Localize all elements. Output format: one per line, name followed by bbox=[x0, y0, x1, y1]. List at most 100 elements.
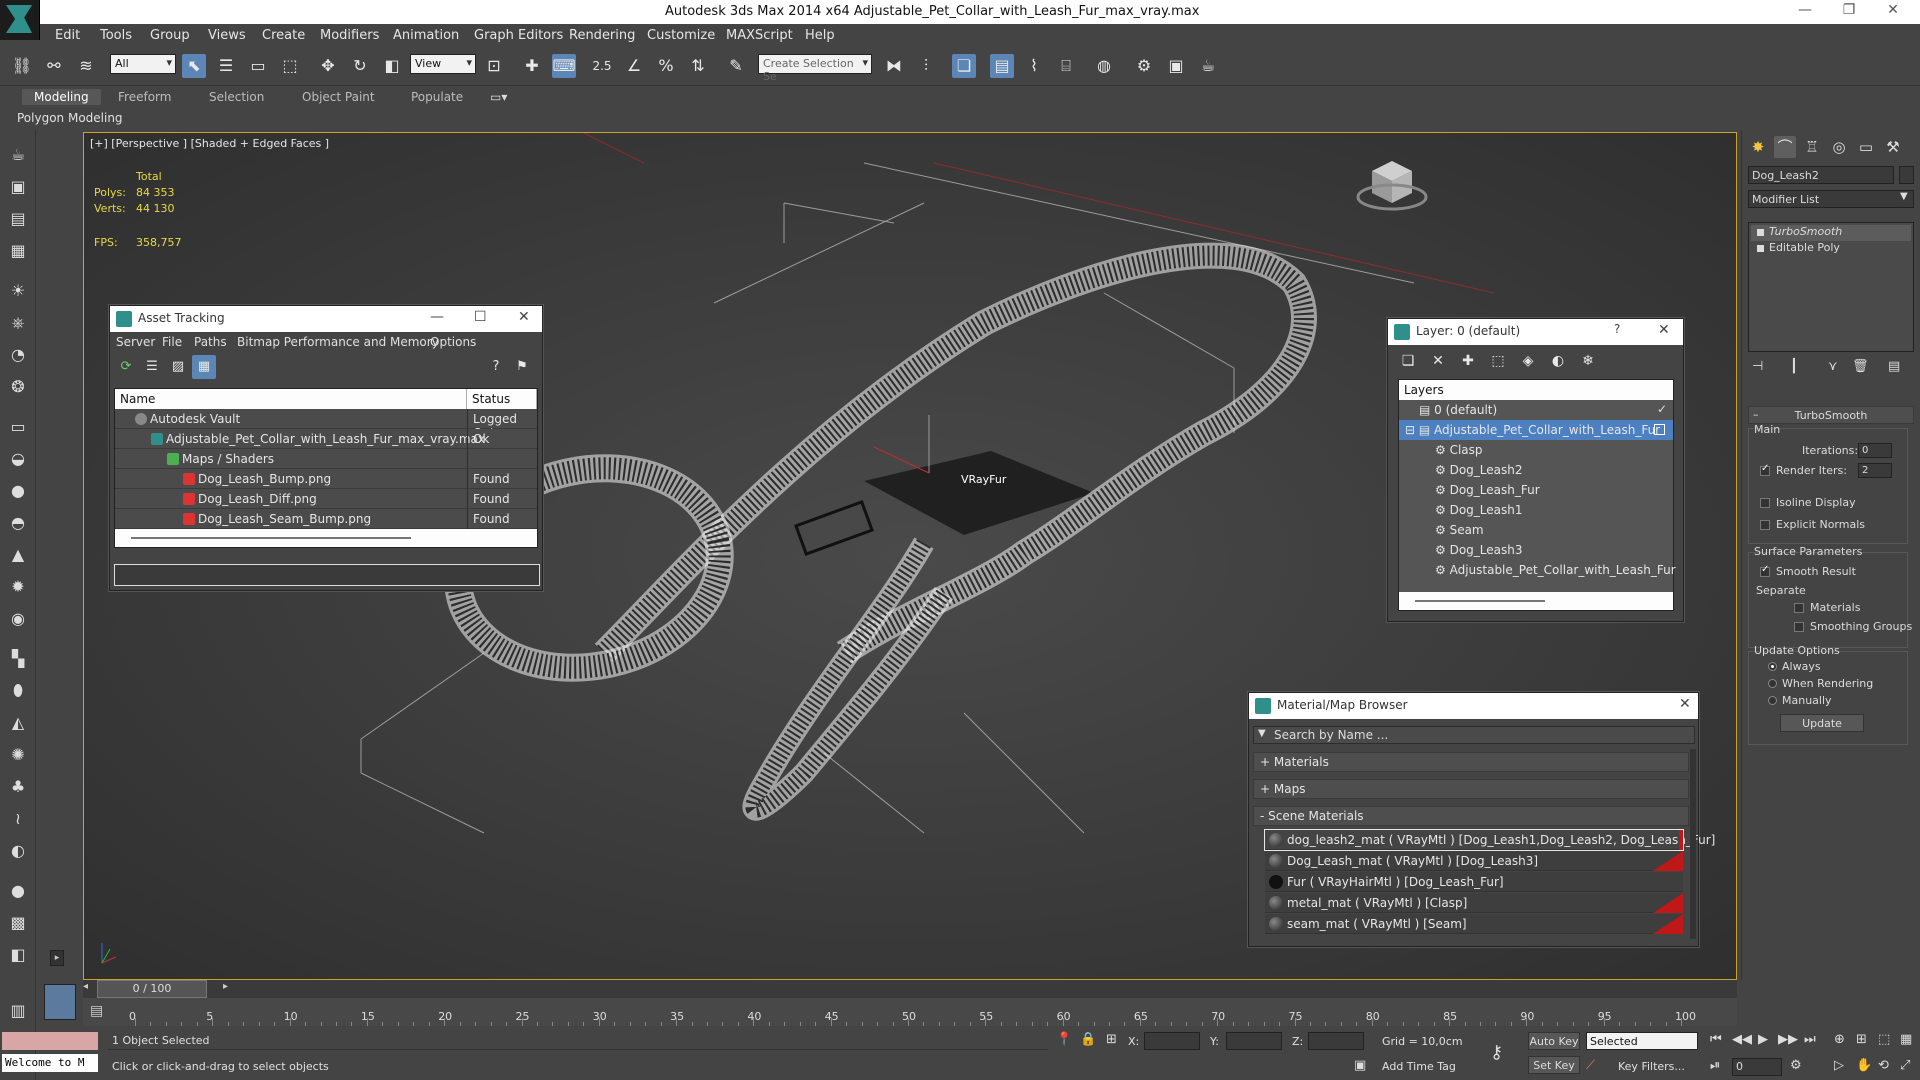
layer-object-clasp[interactable]: ⚙ Clasp bbox=[1399, 440, 1673, 460]
maximize-icon[interactable]: ☐ bbox=[474, 309, 487, 325]
modifier-list-dropdown[interactable]: Modifier List bbox=[1748, 190, 1914, 208]
explicit-normals-checkbox[interactable] bbox=[1760, 520, 1770, 530]
sun-icon[interactable]: ✹ bbox=[7, 576, 29, 598]
select-by-name-icon[interactable]: ☰ bbox=[214, 54, 238, 78]
close-icon[interactable]: ✕ bbox=[518, 309, 530, 325]
menu-maxscript[interactable]: MAXScript bbox=[726, 28, 793, 43]
thumbnail-view-icon[interactable]: ▨ bbox=[166, 355, 190, 379]
minimize-icon[interactable]: — bbox=[430, 309, 444, 325]
time-tag-icon[interactable]: ▣ bbox=[1354, 1058, 1366, 1073]
layer-object-dog-leash1[interactable]: ⚙ Dog_Leash1 bbox=[1399, 500, 1673, 520]
zoom-icon[interactable]: ⊕ bbox=[1834, 1032, 1845, 1047]
render-icon[interactable]: ▩ bbox=[7, 912, 29, 934]
zoom-extents-all-icon[interactable]: ▦ bbox=[1900, 1032, 1912, 1047]
time-config-icon[interactable]: ⚙ bbox=[1790, 1058, 1802, 1073]
time-slider[interactable]: ◂ 0 / 100 ▸ bbox=[83, 980, 1737, 998]
pyramid-icon[interactable]: ◭ bbox=[7, 712, 29, 734]
box-icon[interactable]: ▣ bbox=[7, 176, 29, 198]
search-options-icon[interactable]: ▼ bbox=[1258, 728, 1266, 739]
table-row[interactable]: Dog_Leash_Seam_Bump.png Found bbox=[115, 509, 537, 529]
when-rendering-radio[interactable] bbox=[1768, 679, 1777, 688]
sphere-icon[interactable]: ● bbox=[7, 480, 29, 502]
material-search-field[interactable]: ▼ Search by Name ... bbox=[1253, 726, 1695, 744]
default-tangent-icon[interactable]: ⟋ bbox=[1586, 1058, 1595, 1073]
zoom-extents-icon[interactable]: ⬚ bbox=[1878, 1032, 1890, 1047]
scrollbar-thumb[interactable] bbox=[1415, 600, 1545, 602]
layer-object-collar[interactable]: ⚙ Adjustable_Pet_Collar_with_Leash_Fur bbox=[1399, 560, 1676, 580]
mirror-icon[interactable]: ⧓ bbox=[882, 54, 906, 78]
geosphere-icon[interactable]: ✺ bbox=[7, 744, 29, 766]
layout-preview-icon[interactable] bbox=[44, 984, 76, 1020]
menu-create[interactable]: Create bbox=[262, 28, 305, 43]
configure-sets-icon[interactable]: ▤ bbox=[1888, 359, 1900, 374]
select-objects-icon[interactable]: ⬚ bbox=[1486, 349, 1510, 373]
next-frame-icon[interactable]: ▸ bbox=[223, 981, 228, 992]
tab-freeform[interactable]: Freeform bbox=[118, 90, 171, 104]
table-row[interactable]: Dog_Leash_Diff.png Found bbox=[115, 489, 537, 509]
tube-icon[interactable]: ⬮ bbox=[7, 680, 29, 702]
grid-icon[interactable]: ▦ bbox=[7, 240, 29, 262]
material-sphere-icon[interactable]: ● bbox=[7, 880, 29, 902]
object-color-swatch[interactable] bbox=[1899, 166, 1914, 184]
manipulate-icon[interactable]: ✚ bbox=[520, 54, 544, 78]
tab-selection[interactable]: Selection bbox=[209, 90, 264, 104]
teapot-icon[interactable]: ☕ bbox=[7, 144, 29, 166]
layer-object-dog-leash-fur[interactable]: ⚙ Dog_Leash_Fur bbox=[1399, 480, 1673, 500]
stairs-icon[interactable]: ▚ bbox=[7, 648, 29, 670]
torus-icon[interactable]: ◉ bbox=[7, 608, 29, 630]
create-tab-icon[interactable]: ✸ bbox=[1747, 136, 1769, 158]
unlink-icon[interactable]: ⚯ bbox=[42, 54, 66, 78]
window-crossing-icon[interactable]: ⬚ bbox=[278, 54, 302, 78]
scrollbar-thumb[interactable] bbox=[131, 537, 411, 539]
goto-end-icon[interactable]: ⏭ bbox=[1804, 1032, 1816, 1047]
select-object-icon[interactable]: ⬉ bbox=[182, 54, 206, 78]
curve-editor-icon[interactable]: ⌇ bbox=[1022, 54, 1046, 78]
isolate-selection-icon[interactable]: 📍 bbox=[1056, 1032, 1072, 1047]
selection-filter-dropdown[interactable]: All bbox=[110, 54, 176, 74]
section-maps[interactable]: + Maps bbox=[1253, 779, 1689, 799]
display-tab-icon[interactable]: ▭ bbox=[1855, 136, 1877, 158]
angle-snap-icon[interactable]: ∠ bbox=[622, 54, 646, 78]
help-icon[interactable]: ? bbox=[484, 355, 508, 379]
table-row[interactable]: Dog_Leash_Bump.png Found bbox=[115, 469, 537, 489]
refresh-icon[interactable]: ⟳ bbox=[114, 355, 138, 379]
isoline-display-checkbox[interactable] bbox=[1760, 498, 1770, 508]
object-name-field[interactable]: Dog_Leash2 bbox=[1748, 166, 1894, 184]
turbosmooth-rollout-header[interactable]: – TurboSmooth bbox=[1748, 406, 1914, 424]
z-coord-field[interactable] bbox=[1308, 1032, 1364, 1050]
modify-tab-icon[interactable]: ⌒ bbox=[1774, 136, 1796, 158]
auto-key-button[interactable]: Auto Key bbox=[1528, 1032, 1580, 1050]
set-key-mode-icon[interactable]: ⚷ bbox=[1490, 1042, 1503, 1063]
selection-lock-icon[interactable]: 🔒 bbox=[1080, 1032, 1096, 1047]
tab-object-paint[interactable]: Object Paint bbox=[302, 90, 375, 104]
add-to-layer-icon[interactable]: ✚ bbox=[1456, 349, 1480, 373]
set-key-button[interactable]: Set Key bbox=[1528, 1056, 1580, 1074]
render-production-icon[interactable]: ☕ bbox=[1196, 54, 1220, 78]
polygon-modeling-label[interactable]: Polygon Modeling bbox=[17, 111, 123, 125]
menu-graph-editors[interactable]: Graph Editors bbox=[474, 28, 563, 43]
asset-tracking-titlebar[interactable]: Asset Tracking — ☐ ✕ bbox=[110, 306, 542, 332]
menu-help[interactable]: Help bbox=[805, 28, 835, 43]
helper-icon[interactable]: ◔ bbox=[7, 344, 29, 366]
menu-rendering[interactable]: Rendering bbox=[569, 28, 635, 43]
menu-bitmap-performance[interactable]: Bitmap Performance and Memory bbox=[237, 335, 439, 349]
smooth-result-checkbox[interactable] bbox=[1760, 564, 1770, 577]
render-iters-checkbox[interactable] bbox=[1760, 463, 1770, 476]
plane-icon[interactable]: ▭ bbox=[7, 416, 29, 438]
schematic-view-icon[interactable]: ⌸ bbox=[1054, 54, 1078, 78]
create-layer-icon[interactable]: ❏ bbox=[1396, 349, 1420, 373]
pin-stack-icon[interactable]: ⊣ bbox=[1752, 359, 1763, 374]
field-of-view-icon[interactable]: ▷ bbox=[1834, 1058, 1844, 1073]
move-icon[interactable]: ✥ bbox=[316, 54, 340, 78]
menu-views[interactable]: Views bbox=[208, 28, 246, 43]
stack-item-editable-poly[interactable]: Editable Poly bbox=[1751, 241, 1911, 257]
orbit-icon[interactable]: ⟲ bbox=[1878, 1058, 1889, 1073]
trackbar[interactable]: 0 5 10 15 20 25 30 35 40 45 50 55 60 65 70 75 80 85 90 95 10… bbox=[83, 998, 1737, 1026]
rotate-icon[interactable]: ↻ bbox=[348, 54, 372, 78]
prev-frame-icon[interactable]: ◂ bbox=[83, 981, 93, 992]
delete-layer-icon[interactable]: ✕ bbox=[1426, 349, 1450, 373]
close-icon[interactable]: ✕ bbox=[1679, 696, 1691, 712]
curve-editor-mini-icon[interactable]: ▤ bbox=[90, 1003, 103, 1019]
materials-checkbox[interactable] bbox=[1794, 603, 1804, 613]
layers-header[interactable]: Layers bbox=[1399, 380, 1673, 400]
